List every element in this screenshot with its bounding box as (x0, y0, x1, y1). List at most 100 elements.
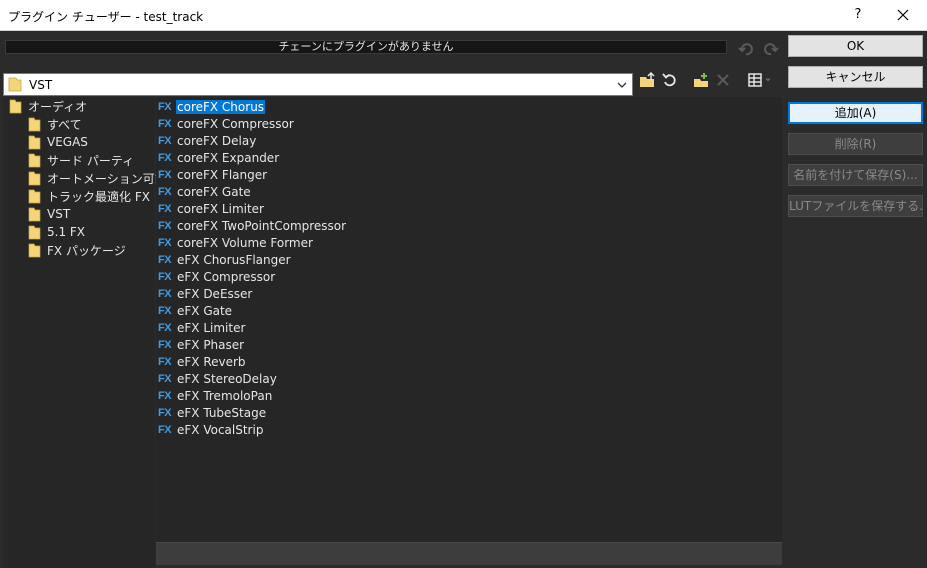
folder-open-icon (9, 99, 22, 113)
fx-plugin-icon: FX (158, 151, 172, 164)
plugin-row-efx-tubestage[interactable]: FX eFX TubeStage (158, 404, 267, 421)
plugin-row-efx-tremolopan[interactable]: FX eFX TremoloPan (158, 387, 273, 404)
close-icon (897, 9, 909, 21)
fx-plugin-icon: FX (158, 185, 172, 198)
tree-item-track-optimized[interactable]: トラック最適化 FX (28, 187, 150, 205)
plugin-row-efx-deesser[interactable]: FX eFX DeEsser (158, 285, 253, 302)
save-lut-button[interactable]: LUTファイルを保存する... (788, 195, 923, 217)
tree-item-third-party[interactable]: サード パーティ (28, 151, 134, 169)
folder-icon (28, 117, 41, 131)
fx-plugin-icon: FX (158, 287, 172, 300)
save-as-button[interactable]: 名前を付けて保存(S)... (788, 164, 923, 186)
plugin-row-corefx-gate[interactable]: FX coreFX Gate (158, 183, 252, 200)
folder-select[interactable]: VST (3, 73, 633, 96)
ok-button[interactable]: OK (788, 35, 923, 57)
plugin-row-efx-vocalstrip[interactable]: FX eFX VocalStrip (158, 421, 264, 438)
new-folder-button[interactable] (692, 71, 710, 89)
plugin-list[interactable]: FX coreFX Chorus FX coreFX Compressor FX co… (156, 97, 782, 542)
tree-item-all[interactable]: すべて (28, 115, 82, 133)
plugin-label: eFX ChorusFlanger (177, 252, 291, 267)
folder-icon (28, 243, 41, 257)
fx-plugin-icon: FX (158, 100, 172, 113)
close-button[interactable] (888, 2, 918, 28)
plugin-row-corefx-twopointcompressor[interactable]: FX coreFX TwoPointCompressor (158, 217, 347, 234)
add-button[interactable]: 追加(A) (788, 102, 923, 124)
plugin-info-bar (156, 542, 782, 565)
new-folder-icon (694, 73, 708, 87)
folder-tree[interactable]: オーディオ すべて VEGAS サード パーティ オートメーション可能 トラック… (3, 97, 167, 568)
plugin-row-efx-reverb[interactable]: FX eFX Reverb (158, 353, 247, 370)
refresh-button[interactable] (661, 71, 679, 89)
plugin-row-efx-compressor[interactable]: FX eFX Compressor (158, 268, 276, 285)
fx-plugin-icon: FX (158, 219, 172, 232)
delete-folder-button[interactable] (714, 71, 732, 89)
tree-item-label: オートメーション可能 (47, 171, 167, 186)
fx-plugin-icon: FX (158, 270, 172, 283)
plugin-label: coreFX Limiter (177, 201, 264, 216)
fx-plugin-icon: FX (158, 372, 172, 385)
fx-plugin-icon: FX (158, 321, 172, 334)
up-folder-button[interactable] (638, 71, 656, 89)
fx-plugin-icon: FX (158, 423, 172, 436)
plugin-label: eFX StereoDelay (177, 371, 277, 386)
refresh-icon (662, 73, 676, 87)
tree-item-vst[interactable]: VST (28, 205, 70, 223)
plugin-row-corefx-volume-former[interactable]: FX coreFX Volume Former (158, 234, 314, 251)
tree-item-automatable[interactable]: オートメーション可能 (28, 169, 167, 187)
tree-item-5-1-fx[interactable]: 5.1 FX (28, 223, 85, 241)
plugin-row-corefx-flanger[interactable]: FX coreFX Flanger (158, 166, 268, 183)
plugin-chain-bar[interactable]: チェーンにプラグインがありません (5, 40, 727, 54)
help-button[interactable]: ? (843, 2, 873, 28)
plugin-row-corefx-delay[interactable]: FX coreFX Delay (158, 132, 257, 149)
plugin-label: coreFX Gate (177, 184, 251, 199)
chain-empty-text: チェーンにプラグインがありません (278, 40, 454, 53)
plugin-label: eFX Phaser (177, 337, 245, 352)
folder-icon (28, 189, 41, 203)
plugin-row-efx-stereodelay[interactable]: FX eFX StereoDelay (158, 370, 278, 387)
fx-plugin-icon: FX (158, 236, 172, 249)
tree-item-label: サード パーティ (47, 153, 135, 168)
plugin-label: coreFX Compressor (177, 116, 294, 131)
fx-plugin-icon: FX (158, 389, 172, 402)
fx-plugin-icon: FX (158, 117, 172, 130)
plugin-row-efx-gate[interactable]: FX eFX Gate (158, 302, 233, 319)
plugin-row-efx-limiter[interactable]: FX eFX Limiter (158, 319, 246, 336)
redo-chain-button[interactable] (762, 40, 780, 58)
folder-icon (28, 207, 41, 221)
plugin-label: eFX Compressor (177, 269, 276, 284)
plugin-label: eFX VocalStrip (177, 422, 264, 437)
plugin-row-corefx-chorus[interactable]: FX coreFX Chorus (158, 98, 266, 115)
plugin-row-efx-chorusflanger[interactable]: FX eFX ChorusFlanger (158, 251, 292, 268)
title-bar: プラグイン チューザー - test_track ? (0, 0, 927, 31)
up-folder-icon (640, 72, 655, 87)
plugin-row-corefx-limiter[interactable]: FX coreFX Limiter (158, 200, 265, 217)
plugin-row-corefx-expander[interactable]: FX coreFX Expander (158, 149, 280, 166)
fx-plugin-icon: FX (158, 304, 172, 317)
chevron-down-icon (617, 82, 627, 88)
chevron-down-icon (765, 78, 771, 82)
plugin-label: eFX TremoloPan (177, 388, 273, 403)
plugin-row-corefx-compressor[interactable]: FX coreFX Compressor (158, 115, 295, 132)
view-mode-dropdown[interactable] (762, 71, 774, 89)
tree-item-fx-packages[interactable]: FX パッケージ (28, 241, 126, 259)
tree-item-label: VST (47, 207, 71, 221)
plugin-label: coreFX Chorus (176, 99, 266, 114)
folder-icon (28, 135, 41, 149)
undo-chain-button[interactable] (737, 40, 755, 58)
tree-item-label: オーディオ (28, 99, 88, 114)
plugin-label: eFX Reverb (177, 354, 246, 369)
remove-button[interactable]: 削除(R) (788, 133, 923, 155)
folder-icon (28, 225, 41, 239)
plugin-row-efx-phaser[interactable]: FX eFX Phaser (158, 336, 245, 353)
tree-item-label: すべて (47, 117, 82, 132)
fx-plugin-icon: FX (158, 168, 172, 181)
redo-icon (764, 43, 779, 56)
plugin-label: coreFX TwoPointCompressor (177, 218, 347, 233)
plugin-label: eFX DeEsser (177, 286, 253, 301)
tree-item-vegas[interactable]: VEGAS (28, 133, 88, 151)
tree-item-label: 5.1 FX (47, 225, 86, 239)
tree-root-audio[interactable]: オーディオ (9, 97, 87, 115)
cancel-button[interactable]: キャンセル (788, 66, 923, 88)
folder-select-value: VST (29, 78, 53, 92)
window-title: プラグイン チューザー - test_track (8, 10, 204, 24)
